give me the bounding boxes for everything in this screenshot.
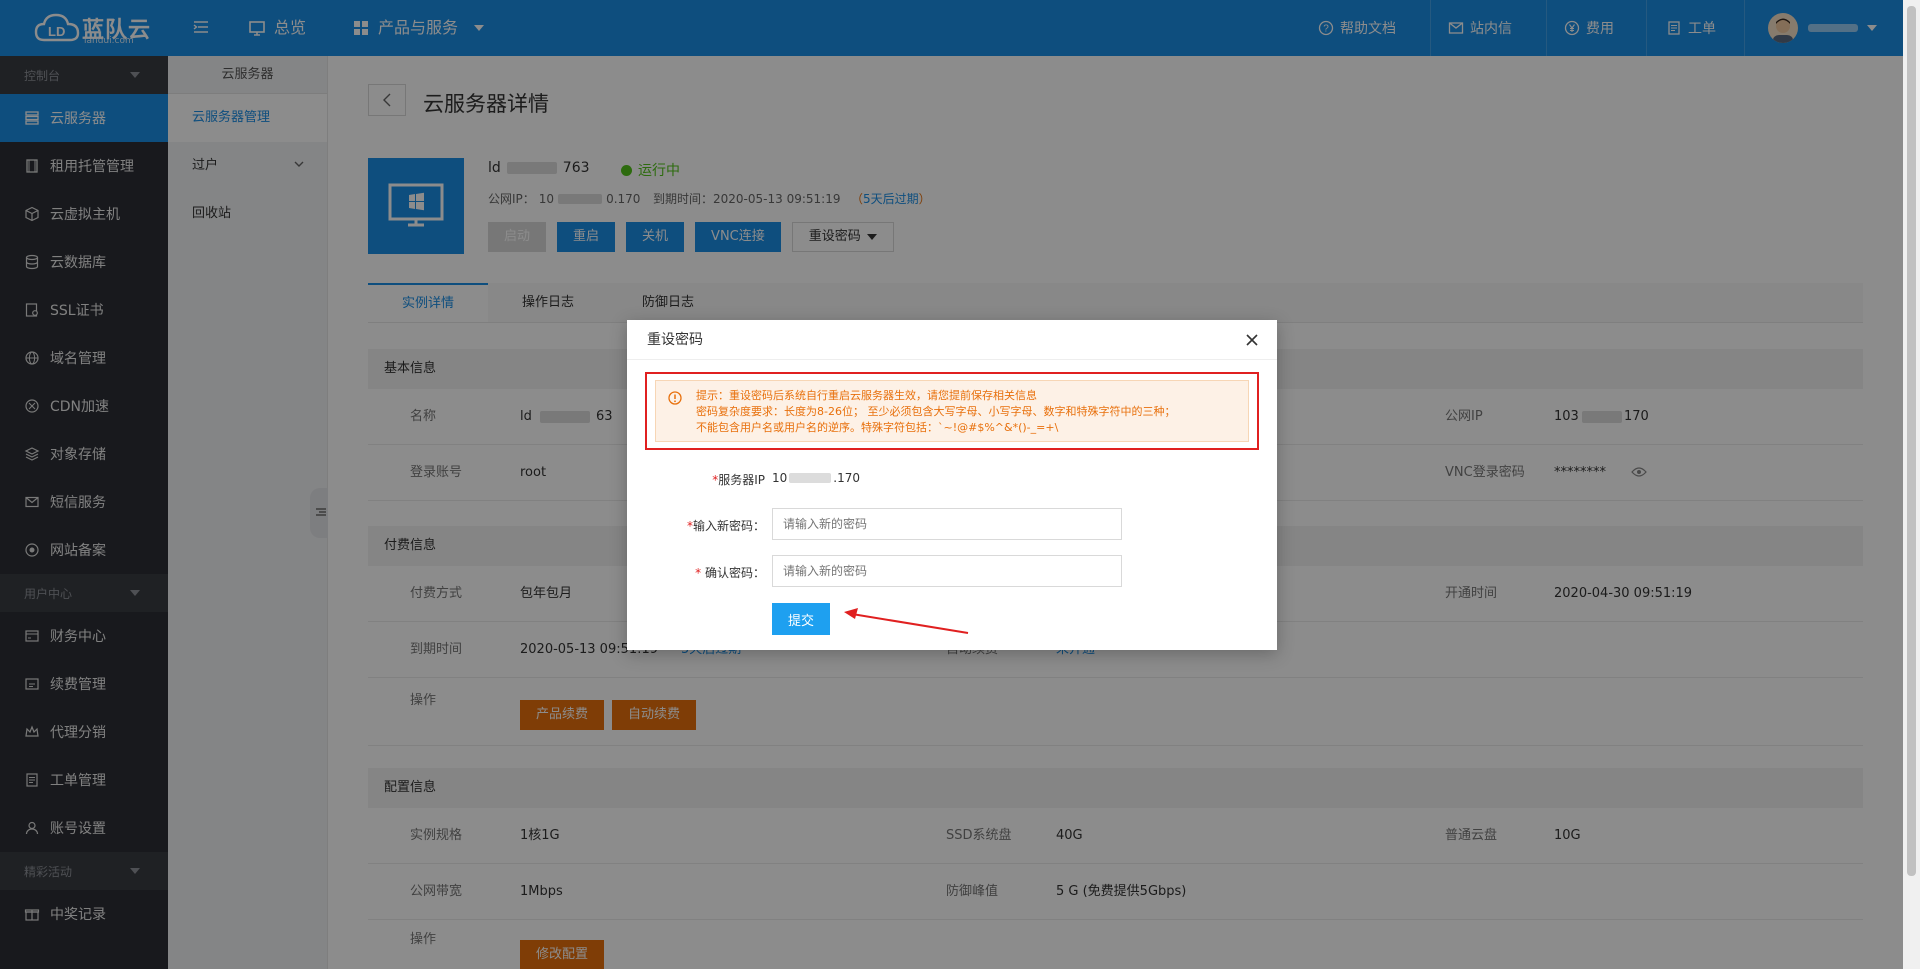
tip-text: 提示：重设密码后系统自行重启云服务器生效，请您提前保存相关信息 密码复杂度要求：… [696,388,1175,436]
dialog-title: 重设密码 [627,320,1277,360]
password-tip-alert: 提示：重设密码后系统自行重启云服务器生效，请您提前保存相关信息 密码复杂度要求：… [655,380,1249,442]
tip-line: 不能包含用户名或用户名的逆序。特殊字符包括：`~!@#$%^&*()-_=+\ [696,421,1059,434]
warning-icon [668,391,682,405]
server-ip-label: *服务器IP [712,473,765,487]
new-password-label: *输入新密码： [686,519,765,533]
new-password-input[interactable] [772,508,1122,540]
annotation-arrow-icon [844,608,969,634]
page-scrollbar[interactable] [1903,0,1920,969]
tip-line: 提示：重设密码后系统自行重启云服务器生效，请您提前保存相关信息 [696,389,1037,402]
server-ip-suffix: .170 [833,471,860,485]
close-icon[interactable] [1245,333,1259,347]
masked-text [789,473,832,483]
scrollbar-thumb[interactable] [1907,6,1916,876]
confirm-password-label: * 确认密码： [695,566,765,580]
server-ip-prefix: 10 [772,471,788,485]
submit-button[interactable]: 提交 [772,603,830,635]
confirm-password-input[interactable] [772,555,1122,587]
highlight-frame: 提示：重设密码后系统自行重启云服务器生效，请您提前保存相关信息 密码复杂度要求：… [645,372,1259,450]
server-ip-value: 10 .170 [772,471,860,485]
tip-line: 密码复杂度要求：长度为8-26位； 至少必须包含大写字母、小写字母、数字和特殊字… [696,405,1176,418]
